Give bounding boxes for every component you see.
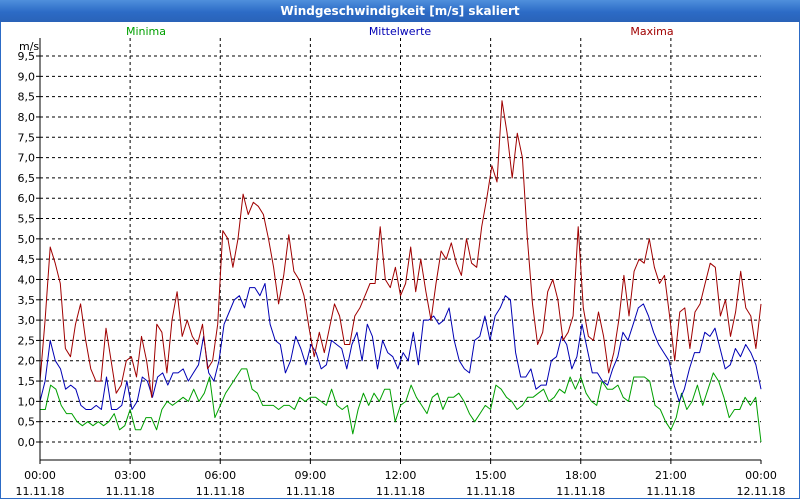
y-tick-label: 8,0 <box>18 111 36 124</box>
y-tick-label: 6,0 <box>18 192 36 205</box>
y-tick-label: 3,5 <box>18 294 36 307</box>
y-tick-labels: 0,0 0,5 1,0 1,5 2,0 2,5 3,0 3,5 4,0 4,5 5,0 5,5 6,0 6… <box>18 50 36 449</box>
y-tick-label: 9,0 <box>18 70 36 83</box>
x-tick-time: 09:00 <box>295 469 327 482</box>
y-tick-label: 1,0 <box>18 395 36 408</box>
y-tick-label: 6,5 <box>18 172 36 185</box>
y-tick-label: 4,5 <box>18 253 36 266</box>
x-tick-date: 11.11.18 <box>646 485 695 498</box>
y-tick-label: 8,5 <box>18 91 36 104</box>
y-tick-label: 5,5 <box>18 213 36 226</box>
x-tick-time: 18:00 <box>565 469 597 482</box>
x-tick-time: 06:00 <box>204 469 236 482</box>
y-tick-label: 0,5 <box>18 416 36 429</box>
y-tick-label: 7,0 <box>18 152 36 165</box>
y-tick-label: 4,0 <box>18 273 36 286</box>
x-tick-labels: 00:00 11.11.18 03:00 11.11.18 06:00 11.11.18 0… <box>16 469 786 498</box>
x-tick-date: 12.11.18 <box>737 485 786 498</box>
y-tick-label: 0,0 <box>18 436 36 449</box>
chart-window: Windgeschwindigkeit [m/s] skaliert 0,0 0,… <box>0 0 800 500</box>
y-tick-label: 2,0 <box>18 355 36 368</box>
x-tick-time: 00:00 <box>745 469 777 482</box>
y-tick-label: 5,0 <box>18 233 36 246</box>
y-tick-label: 3,0 <box>18 314 36 327</box>
x-tick-date: 11.11.18 <box>466 485 515 498</box>
x-tick-time: 00:00 <box>24 469 56 482</box>
x-tick-time: 15:00 <box>475 469 507 482</box>
x-tick-date: 11.11.18 <box>16 485 65 498</box>
y-tick-label: 1,5 <box>18 375 36 388</box>
x-tick-date: 11.11.18 <box>376 485 425 498</box>
legend-mittelwerte: Mittelwerte <box>369 25 432 38</box>
x-tick-time: 03:00 <box>114 469 146 482</box>
line-chart: 0,0 0,5 1,0 1,5 2,0 2,5 3,0 3,5 4,0 4,5 5,0 5,5 6,0 6… <box>16 25 786 498</box>
x-tick-time: 12:00 <box>385 469 417 482</box>
x-tick-date: 11.11.18 <box>196 485 245 498</box>
x-tick-date: 11.11.18 <box>106 485 155 498</box>
y-tick-label: 7,5 <box>18 131 36 144</box>
y-axis-label: m/s <box>19 40 39 53</box>
x-tick-date: 11.11.18 <box>286 485 335 498</box>
legend-maxima: Maxima <box>630 25 673 38</box>
x-tick-time: 21:00 <box>655 469 687 482</box>
legend-minima: Minima <box>126 25 166 38</box>
x-tick-date: 11.11.18 <box>556 485 605 498</box>
y-tick-label: 2,5 <box>18 334 36 347</box>
